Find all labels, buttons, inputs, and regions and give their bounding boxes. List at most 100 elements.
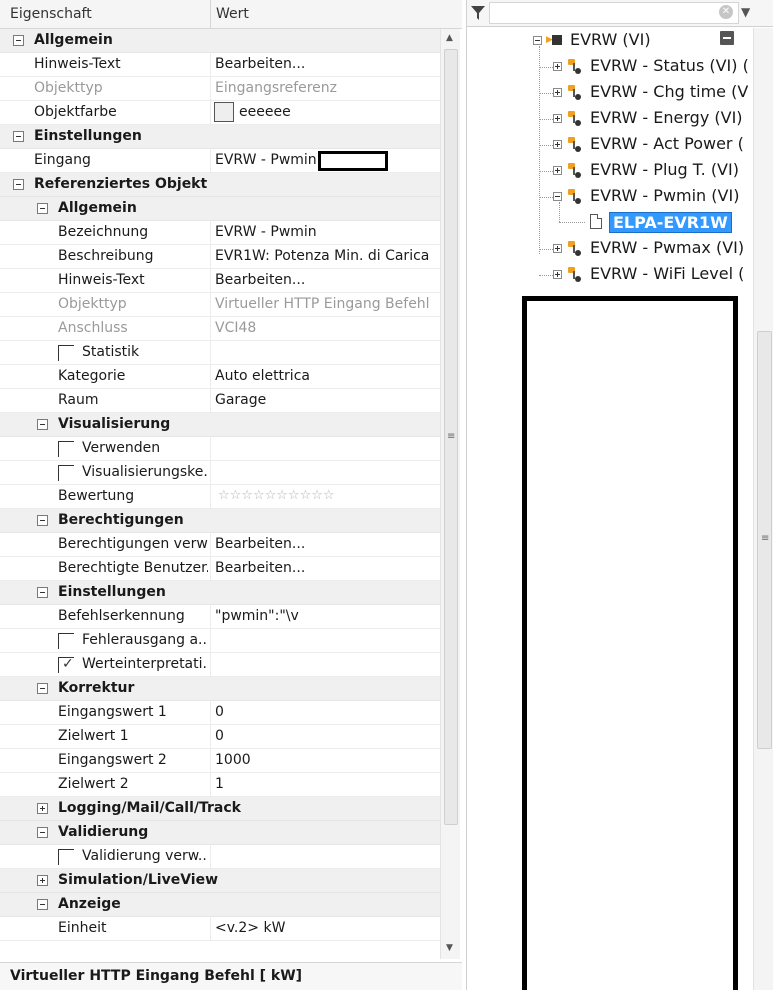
scroll-up-icon[interactable]: ▲ <box>446 33 453 43</box>
property-value[interactable]: EVR1W: Potenza Min. di Carica <box>215 248 437 264</box>
clear-icon[interactable]: ✕ <box>719 5 733 19</box>
property-value[interactable]: Auto elettrica <box>215 368 437 384</box>
property-row-einheit[interactable]: Einheit <v.2> kW <box>0 917 440 941</box>
category-row-einstellungen[interactable]: Einstellungen <box>0 125 440 149</box>
property-row-hinweis-text[interactable]: Hinweis-Text Bearbeiten... <box>0 53 440 77</box>
collapse-icon[interactable] <box>37 827 48 838</box>
tree-root-node[interactable]: ▶ EVRW (VI) <box>467 28 752 54</box>
property-row-visualisierungske[interactable]: Visualisierungske... <box>0 461 440 485</box>
category-row-korrektur[interactable]: Korrektur <box>0 677 440 701</box>
property-value[interactable]: 1000 <box>215 752 437 768</box>
grid-scrollbar[interactable]: ▲ ≡ ▼ <box>440 29 460 959</box>
collapse-icon[interactable] <box>37 683 48 694</box>
property-row-verwenden[interactable]: Verwenden <box>0 437 440 461</box>
property-row-berechtigte-benutzer[interactable]: Berechtigte Benutzer... Bearbeiten... <box>0 557 440 581</box>
column-divider[interactable] <box>210 0 211 29</box>
category-row-validierung[interactable]: Validierung <box>0 821 440 845</box>
property-value[interactable]: Virtueller HTTP Eingang Befehl <box>215 296 437 312</box>
property-value[interactable]: eeeeee <box>239 104 440 120</box>
checkbox[interactable] <box>58 849 74 865</box>
property-row-validierung-verw[interactable]: Validierung verw... <box>0 845 440 869</box>
property-value[interactable]: 0 <box>215 728 437 744</box>
property-value[interactable]: Garage <box>215 392 437 408</box>
tree-scroll-thumb[interactable]: ≡ <box>757 331 772 749</box>
property-row-statistik[interactable]: Statistik <box>0 341 440 365</box>
collapse-icon[interactable] <box>533 36 542 45</box>
collapse-icon[interactable] <box>37 515 48 526</box>
category-row-logging-mail-call-track[interactable]: Logging/Mail/Call/Track <box>0 797 440 821</box>
checkbox[interactable] <box>58 345 74 361</box>
collapse-icon[interactable] <box>13 35 24 46</box>
property-row-beschreibung[interactable]: Beschreibung EVR1W: Potenza Min. di Caric… <box>0 245 440 269</box>
property-row-eingang[interactable]: Eingang EVRW - Pwmin <box>0 149 440 173</box>
property-value[interactable]: EVRW - Pwmin <box>215 224 437 240</box>
expand-icon[interactable] <box>553 140 562 149</box>
tree-node[interactable]: EVRW - Pwmax (VI) <box>467 236 752 262</box>
collapse-icon[interactable] <box>37 587 48 598</box>
collapse-icon[interactable] <box>553 192 562 201</box>
property-value[interactable]: Bearbeiten... <box>215 560 437 576</box>
property-value[interactable]: Eingangsreferenz <box>215 80 437 96</box>
property-row-werteinterpretati[interactable]: ✓ Werteinterpretati... <box>0 653 440 677</box>
property-row-berechtigungen-verw[interactable]: Berechtigungen verw... Bearbeiten... <box>0 533 440 557</box>
property-value[interactable]: "pwmin":"\v <box>215 608 437 624</box>
grid-scroll-thumb[interactable]: ≡ <box>444 49 458 825</box>
property-value[interactable]: Bearbeiten... <box>215 536 437 552</box>
checkbox[interactable] <box>58 465 74 481</box>
property-row-zielwert-2[interactable]: Zielwert 2 1 <box>0 773 440 797</box>
filter-input[interactable] <box>489 2 739 24</box>
category-row-visualisierung[interactable]: Visualisierung <box>0 413 440 437</box>
tree-node[interactable]: EVRW - Energy (VI) <box>467 106 752 132</box>
property-value[interactable]: 0 <box>215 704 437 720</box>
column-header-property[interactable]: Eigenschaft <box>10 6 92 22</box>
property-row-fehlerausgang-a[interactable]: Fehlerausgang a... <box>0 629 440 653</box>
property-row-objekttyp[interactable]: Objekttyp Virtueller HTTP Eingang Befehl <box>0 293 440 317</box>
category-row-referenziertes-objekt[interactable]: Referenziertes Objekt <box>0 173 440 197</box>
checkbox[interactable] <box>58 441 74 457</box>
expand-icon[interactable] <box>553 114 562 123</box>
checkbox[interactable]: ✓ <box>58 656 74 673</box>
category-row-einstellungen[interactable]: Einstellungen <box>0 581 440 605</box>
tree-node[interactable]: EVRW - Plug T. (VI) <box>467 158 752 184</box>
property-row-kategorie[interactable]: Kategorie Auto elettrica <box>0 365 440 389</box>
expand-icon[interactable] <box>553 244 562 253</box>
property-row-anschluss[interactable]: Anschluss VCI48 <box>0 317 440 341</box>
category-row-allgemein[interactable]: Allgemein <box>0 197 440 221</box>
property-value[interactable]: VCI48 <box>215 320 437 336</box>
property-value[interactable]: 1 <box>215 776 437 792</box>
category-row-berechtigungen[interactable]: Berechtigungen <box>0 509 440 533</box>
property-row-objekttyp[interactable]: Objekttyp Eingangsreferenz <box>0 77 440 101</box>
tree-node[interactable]: EVRW - Status (VI) ( <box>467 54 752 80</box>
funnel-icon[interactable] <box>471 5 485 21</box>
property-row-eingangswert-1[interactable]: Eingangswert 1 0 <box>0 701 440 725</box>
property-value[interactable]: Bearbeiten... <box>215 272 437 288</box>
property-value[interactable]: <v.2> kW <box>215 920 437 936</box>
property-row-bezeichnung[interactable]: Bezeichnung EVRW - Pwmin <box>0 221 440 245</box>
column-header-value[interactable]: Wert <box>216 6 249 22</box>
property-row-bewertung[interactable]: Bewertung ☆☆☆☆☆☆☆☆☆☆ <box>0 485 440 509</box>
rating-stars[interactable]: ☆☆☆☆☆☆☆☆☆☆ <box>218 488 335 503</box>
tree-node[interactable]: EVRW - Chg time (V <box>467 80 752 106</box>
category-row-simulation-liveview[interactable]: Simulation/LiveView <box>0 869 440 893</box>
property-row-befehlserkennung[interactable]: Befehlserkennung "pwmin":"\v <box>0 605 440 629</box>
tree-node-selected[interactable]: ELPA-EVR1W <box>467 202 752 236</box>
expand-icon[interactable] <box>553 166 562 175</box>
property-row-raum[interactable]: Raum Garage <box>0 389 440 413</box>
property-row-objektfarbe[interactable]: Objektfarbe eeeeee <box>0 101 440 125</box>
expand-icon[interactable] <box>553 62 562 71</box>
property-row-zielwert-1[interactable]: Zielwert 1 0 <box>0 725 440 749</box>
property-row-eingangswert-2[interactable]: Eingangswert 2 1000 <box>0 749 440 773</box>
category-row-anzeige[interactable]: Anzeige <box>0 893 440 917</box>
color-swatch[interactable] <box>214 102 234 122</box>
collapse-all-icon[interactable] <box>720 31 734 45</box>
property-value[interactable]: Bearbeiten... <box>215 56 437 72</box>
scroll-down-icon[interactable]: ▼ <box>446 943 453 953</box>
expand-icon[interactable] <box>37 803 48 814</box>
collapse-icon[interactable] <box>37 203 48 214</box>
tree-node[interactable]: EVRW - Pwmin (VI) <box>467 184 752 210</box>
tree-scrollbar[interactable]: ≡ <box>753 28 773 990</box>
category-row-allgemein[interactable]: Allgemein <box>0 29 440 53</box>
chevron-down-icon[interactable]: ▼ <box>741 5 750 19</box>
checkbox[interactable] <box>58 633 74 649</box>
expand-icon[interactable] <box>37 875 48 886</box>
